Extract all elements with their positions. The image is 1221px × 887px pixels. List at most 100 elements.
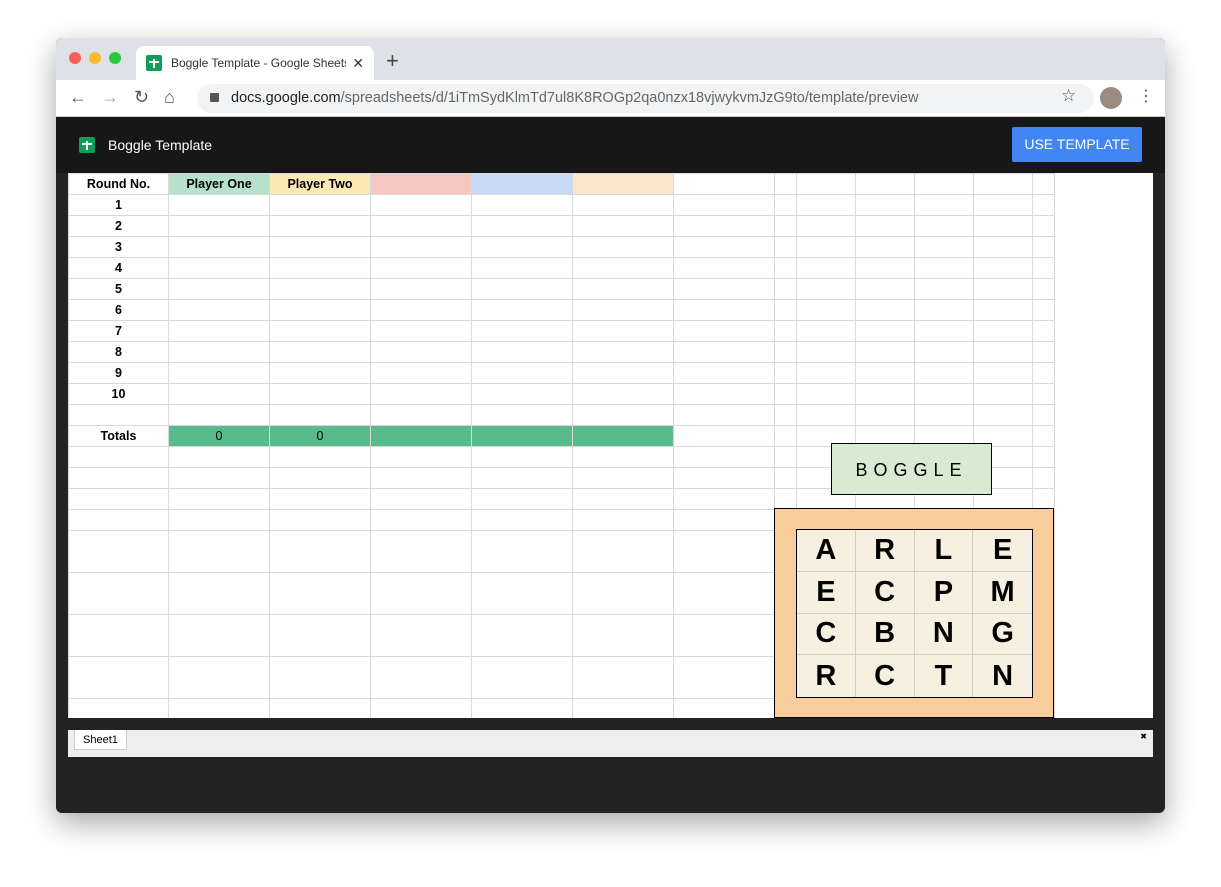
cell[interactable] <box>370 530 472 573</box>
cell[interactable] <box>572 362 674 384</box>
cell[interactable] <box>269 446 371 468</box>
header-cell[interactable] <box>471 173 573 195</box>
cell[interactable] <box>855 341 915 363</box>
cell[interactable] <box>168 320 270 342</box>
cell[interactable] <box>572 488 674 510</box>
cell[interactable] <box>572 320 674 342</box>
cell[interactable] <box>471 509 573 531</box>
cell[interactable] <box>269 257 371 279</box>
cell[interactable] <box>673 656 775 699</box>
cell[interactable] <box>471 362 573 384</box>
minimize-window-button[interactable] <box>89 52 101 64</box>
cell[interactable] <box>269 656 371 699</box>
url-input[interactable]: docs.google.com/spreadsheets/d/1iTmSydKl… <box>197 84 1094 113</box>
round-number-cell[interactable]: 5 <box>68 278 169 300</box>
cell[interactable] <box>673 530 775 573</box>
cell[interactable] <box>1032 404 1055 426</box>
cell[interactable] <box>796 278 856 300</box>
cell[interactable] <box>572 572 674 615</box>
cell[interactable] <box>673 614 775 657</box>
cell[interactable] <box>1055 468 1154 489</box>
cell[interactable] <box>796 236 856 258</box>
cell[interactable] <box>370 257 472 279</box>
cell[interactable] <box>370 215 472 237</box>
cell[interactable] <box>673 341 775 363</box>
cell[interactable] <box>68 698 169 718</box>
cell[interactable] <box>471 530 573 573</box>
cell[interactable] <box>68 614 169 657</box>
cell[interactable] <box>68 530 169 573</box>
cell[interactable] <box>370 383 472 405</box>
use-template-button[interactable]: USE TEMPLATE <box>1012 127 1142 162</box>
cell[interactable] <box>973 278 1033 300</box>
header-cell[interactable] <box>370 173 472 195</box>
home-icon[interactable]: ⌂ <box>164 87 175 108</box>
cell[interactable] <box>673 572 775 615</box>
cell[interactable] <box>1055 657 1154 699</box>
cell[interactable] <box>1055 489 1154 510</box>
cell[interactable] <box>1055 405 1154 426</box>
close-tab-icon[interactable]: ✕ <box>352 55 364 72</box>
cell[interactable] <box>68 572 169 615</box>
cell[interactable] <box>855 194 915 216</box>
cell[interactable] <box>471 614 573 657</box>
cell[interactable] <box>68 446 169 468</box>
cell[interactable] <box>1032 341 1055 363</box>
cell[interactable] <box>269 362 371 384</box>
total-cell[interactable] <box>370 425 472 447</box>
cell[interactable] <box>855 257 915 279</box>
cell[interactable] <box>796 383 856 405</box>
cell[interactable] <box>68 488 169 510</box>
cell[interactable] <box>269 236 371 258</box>
cell[interactable] <box>471 278 573 300</box>
cell[interactable] <box>269 194 371 216</box>
cell[interactable] <box>1055 342 1154 363</box>
cell[interactable] <box>855 404 915 426</box>
cell[interactable] <box>914 278 974 300</box>
cell[interactable] <box>370 278 472 300</box>
cell[interactable] <box>269 572 371 615</box>
cell[interactable] <box>168 215 270 237</box>
cell[interactable] <box>1055 279 1154 300</box>
cell[interactable] <box>1032 299 1055 321</box>
cell[interactable] <box>370 341 472 363</box>
cell[interactable] <box>1055 258 1154 279</box>
cell[interactable] <box>774 488 797 510</box>
cell[interactable] <box>796 362 856 384</box>
cell[interactable] <box>973 215 1033 237</box>
cell[interactable] <box>370 236 472 258</box>
cell[interactable] <box>168 194 270 216</box>
cell[interactable] <box>471 236 573 258</box>
cell[interactable] <box>673 425 775 447</box>
cell[interactable] <box>269 383 371 405</box>
cell[interactable] <box>914 215 974 237</box>
cell[interactable] <box>572 383 674 405</box>
menu-kebab-icon[interactable]: ⋮ <box>1138 86 1154 106</box>
cell[interactable] <box>673 467 775 489</box>
cell[interactable] <box>471 341 573 363</box>
cell[interactable] <box>168 341 270 363</box>
cell[interactable] <box>68 404 169 426</box>
cell[interactable] <box>673 383 775 405</box>
cell[interactable] <box>572 404 674 426</box>
totals-label[interactable]: Totals <box>68 425 169 447</box>
cell[interactable] <box>855 236 915 258</box>
cell[interactable] <box>269 467 371 489</box>
bookmark-star-icon[interactable]: ☆ <box>1061 86 1076 106</box>
cell[interactable] <box>1032 446 1055 468</box>
cell[interactable] <box>168 698 270 718</box>
cell[interactable] <box>673 698 775 718</box>
round-number-cell[interactable]: 2 <box>68 215 169 237</box>
cell[interactable] <box>370 404 472 426</box>
cell[interactable] <box>914 341 974 363</box>
cell[interactable] <box>471 698 573 718</box>
cell[interactable] <box>471 194 573 216</box>
cell[interactable] <box>370 698 472 718</box>
round-number-cell[interactable]: 3 <box>68 236 169 258</box>
cell[interactable] <box>269 404 371 426</box>
cell[interactable] <box>673 257 775 279</box>
cell[interactable] <box>168 572 270 615</box>
total-cell[interactable] <box>572 425 674 447</box>
cell[interactable] <box>269 614 371 657</box>
cell[interactable] <box>269 530 371 573</box>
